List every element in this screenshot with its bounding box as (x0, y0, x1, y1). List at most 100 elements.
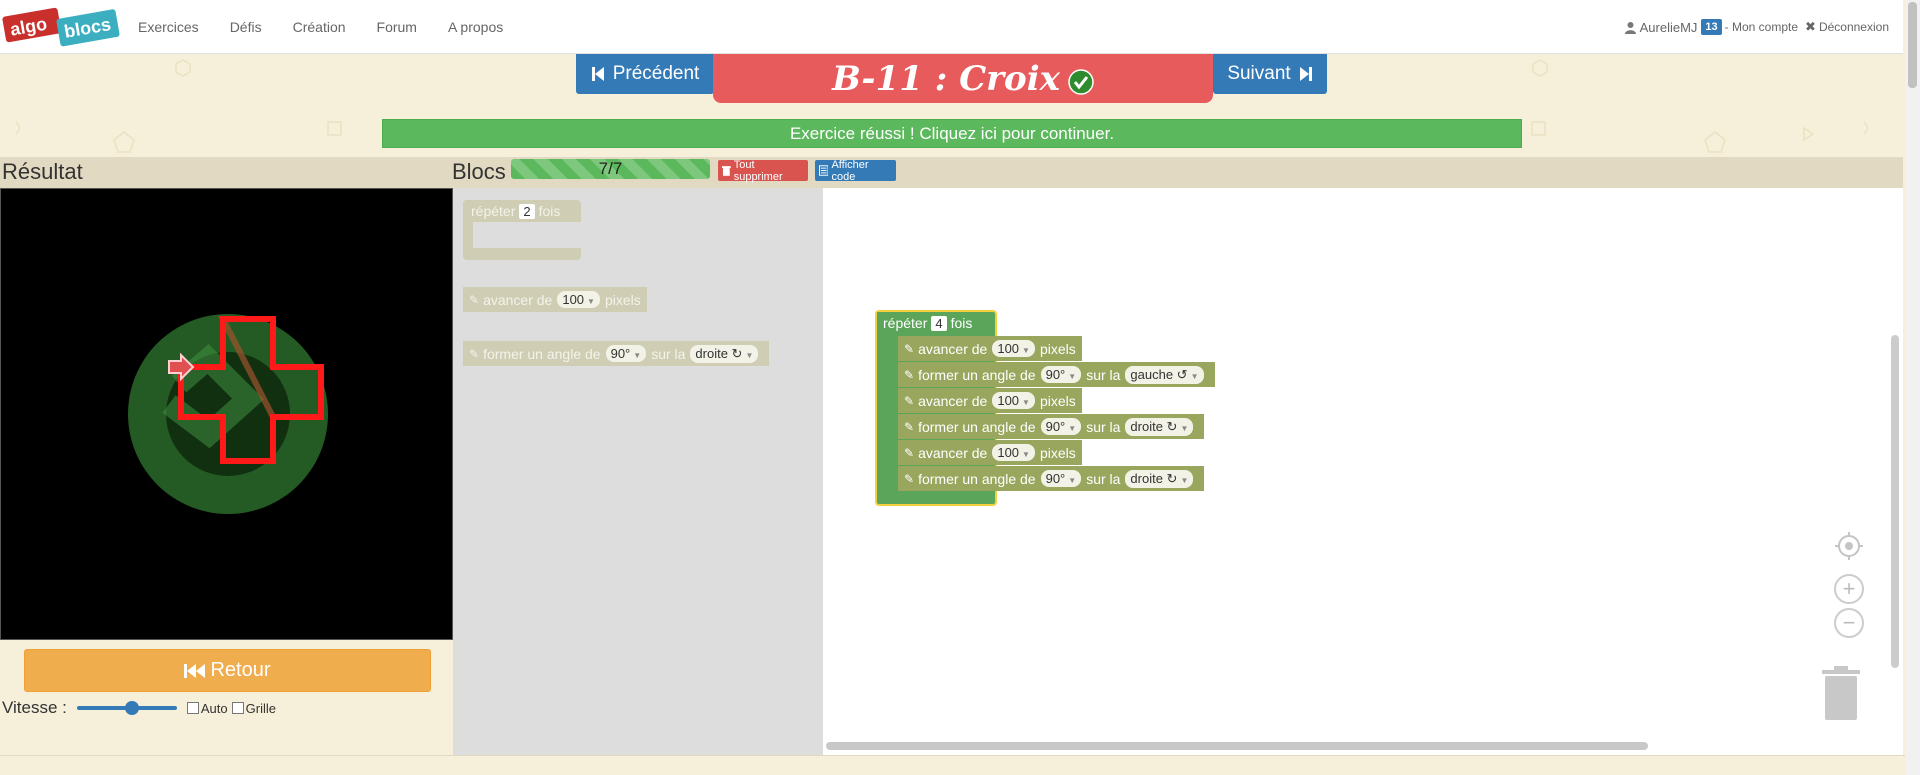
step-5-value[interactable]: 100 ▼ (992, 444, 1035, 461)
workspace-horizontal-scrollbar[interactable] (826, 742, 1648, 750)
toolbox-forward-value[interactable]: 100 ▼ (557, 291, 600, 308)
next-button[interactable]: Suivant (1213, 54, 1327, 94)
program-step-5[interactable]: ✎ avancer de 100 ▼ pixels (898, 440, 1082, 465)
toolbox-turn-angle[interactable]: 90° ▼ (605, 345, 647, 362)
toolbox-turn-prefix: former un angle de (483, 345, 601, 362)
step-suffix: pixels (1039, 444, 1076, 461)
logout-link[interactable]: Déconnexion (1819, 20, 1889, 34)
step-suffix: pixels (1039, 392, 1076, 409)
pencil-icon: ✎ (904, 341, 915, 356)
zoom-out-icon[interactable]: − (1834, 608, 1864, 638)
program-step-4[interactable]: ✎ former un angle de 90° ▼ sur la droite … (898, 414, 1205, 439)
program-repeat-header[interactable]: répéter 4 fois (877, 312, 979, 334)
exercise-banner: Précédent B-11 : Croix Suivant Exercice … (0, 54, 1903, 160)
speed-slider-knob[interactable] (124, 701, 139, 715)
exercise-title: B-11 : Croix (832, 58, 1060, 99)
step-label: former un angle de (918, 470, 1036, 487)
speed-controls: Vitesse : Auto Grille (2, 697, 278, 719)
step-2-angle[interactable]: 90° ▼ (1040, 366, 1082, 383)
program-step-6[interactable]: ✎ former un angle de 90° ▼ sur la droite … (898, 466, 1205, 491)
previous-button[interactable]: Précédent (576, 54, 714, 94)
workspace-trash-icon[interactable] (1822, 666, 1860, 720)
toolbox-turn-direction[interactable]: droite ↻ ▼ (690, 344, 759, 363)
show-code-button[interactable]: Afficher code (815, 158, 896, 183)
grid-checkbox[interactable] (231, 702, 244, 714)
auto-label: Auto (200, 700, 228, 716)
pencil-icon: ✎ (904, 393, 915, 408)
delete-all-label: Tout supprimer (733, 158, 783, 183)
toolbox-repeat-prefix: répéter (471, 203, 516, 219)
navbar: algo blocs Exercices Défis Création Foru… (0, 0, 1903, 54)
step-backward-icon (591, 67, 604, 81)
nav-a-propos[interactable]: A propos (448, 19, 503, 35)
program-step-2[interactable]: ✎ former un angle de 90° ▼ sur la gauche … (898, 362, 1215, 387)
program-repeat-prefix: répéter (883, 315, 928, 331)
step-middle: sur la (1086, 418, 1121, 435)
step-4-angle[interactable]: 90° ▼ (1040, 418, 1082, 435)
page-scrollbar[interactable] (1905, 0, 1920, 775)
speed-slider[interactable] (76, 701, 177, 715)
pencil-icon: ✎ (904, 445, 915, 460)
algoblocs-logo[interactable]: algo blocs (2, 6, 122, 48)
step-middle: sur la (1086, 366, 1121, 383)
solved-check-icon (1068, 68, 1094, 95)
step-middle: sur la (1086, 470, 1121, 487)
panels-header (0, 157, 1903, 189)
my-account-link[interactable]: - Mon compte (1725, 20, 1798, 34)
back-label: Retour (210, 659, 271, 681)
user-icon (1624, 21, 1636, 34)
zoom-in-icon[interactable]: + (1834, 574, 1864, 604)
step-6-angle[interactable]: 90° ▼ (1040, 470, 1082, 487)
auto-checkbox[interactable] (186, 702, 199, 714)
nav-defis[interactable]: Défis (230, 19, 262, 35)
user-level-badge: 13 (1701, 19, 1722, 35)
pencil-icon: ✎ (904, 419, 915, 434)
turtle-drawing (128, 314, 328, 514)
step-2-direction[interactable]: gauche ↺ ▼ (1125, 365, 1204, 384)
logout-icon: ✖ (1805, 19, 1816, 34)
step-label: avancer de (918, 340, 988, 357)
toolbox-forward-block[interactable]: ✎ avancer de 100 ▼ pixels (463, 287, 647, 312)
program-repeat-suffix: fois (950, 315, 973, 331)
result-canvas (0, 188, 453, 640)
toolbox-repeat-count[interactable]: 2 (519, 203, 535, 219)
program-step-3[interactable]: ✎ avancer de 100 ▼ pixels (898, 388, 1082, 413)
workspace-vertical-scrollbar[interactable] (1891, 335, 1899, 668)
toolbox-repeat-header[interactable]: répéter 2 fois (465, 200, 567, 222)
block-workspace[interactable]: répéter 4 fois ✎ avancer de 100 ▼ pixels … (823, 188, 1903, 755)
pencil-icon: ✎ (469, 346, 480, 361)
user-area: AurelieMJ 13 - Mon compte ✖ Déconnexion (1624, 0, 1889, 54)
nav-forum[interactable]: Forum (377, 19, 417, 35)
toolbox-turn-block[interactable]: ✎ former un angle de 90° ▼ sur la droite … (463, 341, 770, 366)
main-nav: Exercices Défis Création Forum A propos (138, 0, 534, 54)
result-title: Résultat (2, 159, 83, 184)
nav-creation[interactable]: Création (293, 19, 346, 35)
delete-all-button[interactable]: Tout supprimer (718, 158, 808, 183)
recenter-icon[interactable] (1834, 531, 1864, 561)
step-label: former un angle de (918, 418, 1036, 435)
step-6-direction[interactable]: droite ↻ ▼ (1125, 469, 1194, 488)
success-continue-bar[interactable]: Exercice réussi ! Cliquez ici pour conti… (382, 119, 1522, 148)
nav-exercices[interactable]: Exercices (138, 19, 199, 35)
exercise-title-box: B-11 : Croix (713, 54, 1213, 103)
page-scrollbar-thumb[interactable] (1908, 2, 1917, 88)
back-button[interactable]: Retour (24, 649, 431, 692)
step-1-value[interactable]: 100 ▼ (992, 340, 1035, 357)
step-3-value[interactable]: 100 ▼ (992, 392, 1035, 409)
step-label: former un angle de (918, 366, 1036, 383)
toolbox-repeat-suffix: fois (538, 203, 561, 219)
step-4-direction[interactable]: droite ↻ ▼ (1125, 417, 1194, 436)
speed-label: Vitesse : (2, 698, 67, 717)
show-code-label: Afficher code (831, 158, 869, 183)
list-icon (819, 165, 829, 176)
grid-label: Grille (245, 700, 276, 716)
pencil-icon: ✎ (904, 471, 915, 486)
toolbox-turn-middle: sur la (651, 345, 686, 362)
username-link[interactable]: AurelieMJ (1640, 20, 1698, 35)
program-step-1[interactable]: ✎ avancer de 100 ▼ pixels (898, 336, 1082, 361)
program-repeat-count[interactable]: 4 (931, 315, 947, 331)
block-toolbox: répéter 2 fois ✎ avancer de 100 ▼ pixels … (453, 188, 823, 755)
toolbox-forward-suffix: pixels (604, 291, 641, 308)
previous-label: Précédent (612, 63, 700, 84)
fast-backward-icon (184, 663, 206, 678)
